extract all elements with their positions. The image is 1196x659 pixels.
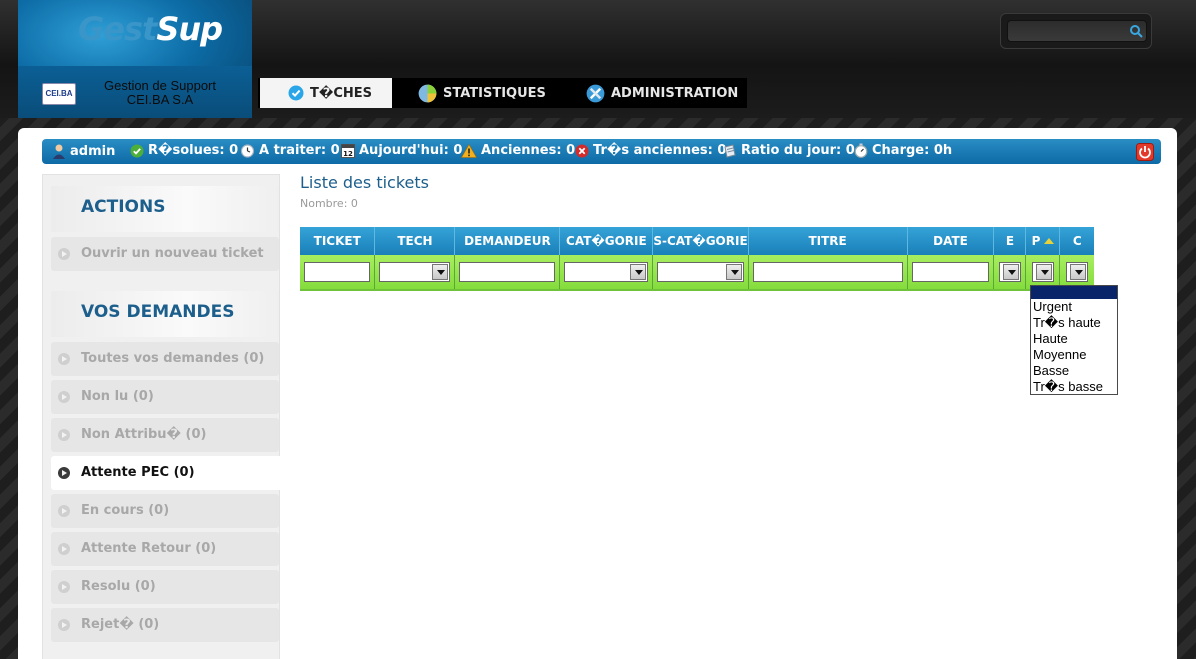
play-bullet-icon [58, 619, 70, 631]
status-load[interactable]: Charge: 0h [854, 143, 952, 158]
filter-demandeur-input[interactable] [459, 262, 556, 283]
tab-statistiques[interactable]: STATISTIQUES [418, 78, 588, 108]
search-icon[interactable] [1129, 24, 1143, 38]
check-icon [130, 144, 144, 157]
column-header-tech[interactable]: TECH [374, 227, 456, 256]
column-header-date[interactable]: DATE [907, 227, 995, 256]
sidebar-item-all-requests[interactable]: Toutes vos demandes (0) [51, 342, 279, 376]
sidebar-item-unread[interactable]: Non lu (0) [51, 380, 279, 414]
logout-icon[interactable] [1136, 143, 1154, 161]
status-bar: admin R�solues: 0 A traiter: 0 12 Aujour… [42, 139, 1161, 164]
search-input[interactable] [1007, 20, 1147, 42]
pie-chart-icon [418, 84, 437, 102]
play-bullet-icon [58, 581, 70, 593]
play-bullet-icon [58, 353, 70, 365]
status-very-old[interactable]: Tr�s anciennes: 0 [575, 143, 726, 158]
chevron-down-icon [630, 264, 647, 281]
sidebar-item-in-progress[interactable]: En cours (0) [51, 494, 279, 528]
user-status[interactable]: admin [52, 143, 115, 159]
status-daily-ratio[interactable]: Ratio du jour: 0 [723, 143, 855, 158]
sidebar-item-new-ticket[interactable]: Ouvrir un nouveau ticket [51, 237, 279, 271]
sidebar-item-waiting-pec[interactable]: Attente PEC (0) [51, 456, 287, 490]
notepad-icon [724, 143, 736, 158]
priority-option-urgent[interactable]: Urgent [1031, 299, 1117, 315]
error-icon [575, 144, 589, 157]
company-block: CEI.BA Gestion de Support CEI.BA S.A [18, 66, 252, 118]
sidebar: ACTIONS Ouvrir un nouveau ticket VOS DEM… [42, 174, 287, 659]
sidebar-item-resolved[interactable]: Resolu (0) [51, 570, 279, 604]
play-bullet-icon [58, 248, 70, 260]
filter-e-select[interactable] [998, 262, 1021, 283]
chevron-down-icon [1070, 264, 1087, 281]
search-box [1000, 13, 1152, 49]
ticket-table: TICKET TECH DEMANDEUR CAT�GORIE S-CAT�GO… [300, 227, 1094, 291]
column-header-c[interactable]: C [1059, 227, 1094, 256]
status-resolved[interactable]: R�solues: 0 [130, 143, 238, 158]
warning-icon [461, 143, 477, 158]
play-bullet-icon [58, 543, 70, 555]
company-name: Gestion de Support CEI.BA S.A [103, 78, 217, 107]
table-header-row: TICKET TECH DEMANDEUR CAT�GORIE S-CAT�GO… [300, 227, 1094, 256]
sidebar-item-waiting-return[interactable]: Attente Retour (0) [51, 532, 279, 566]
priority-option-basse[interactable]: Basse [1031, 363, 1117, 379]
filter-tech-select[interactable] [379, 262, 451, 283]
column-header-titre[interactable]: TITRE [748, 227, 908, 256]
column-header-ticket[interactable]: TICKET [300, 227, 376, 256]
alarm-clock-icon [240, 144, 255, 158]
brand-logo: GestSup [78, 10, 223, 48]
chevron-down-icon [1035, 264, 1052, 281]
play-bullet-icon [58, 467, 70, 479]
logo-panel: GestSup CEI.BA Gestion de Support CEI.BA… [18, 0, 252, 118]
tools-icon [586, 84, 605, 102]
filter-p-select[interactable] [1031, 262, 1054, 283]
chevron-down-icon [725, 264, 742, 281]
column-header-p[interactable]: P [1025, 227, 1061, 256]
column-header-categorie[interactable]: CAT�GORIE [559, 227, 654, 256]
check-circle-icon [288, 85, 304, 101]
play-bullet-icon [58, 391, 70, 403]
filter-date-input[interactable] [911, 262, 990, 283]
play-bullet-icon [58, 429, 70, 441]
user-icon [53, 144, 65, 159]
main-nav: T�CHES STATISTIQUES ADMINISTRATION [258, 78, 747, 108]
filter-categorie-select[interactable] [564, 262, 649, 283]
svg-text:12: 12 [343, 150, 353, 158]
column-header-s-categorie[interactable]: S-CAT�GORIE [652, 227, 749, 256]
priority-dropdown-list: Urgent Tr�s haute Haute Moyenne Basse Tr… [1030, 285, 1118, 395]
play-bullet-icon [58, 505, 70, 517]
priority-option-haute[interactable]: Haute [1031, 331, 1117, 347]
filter-titre-input[interactable] [752, 262, 903, 283]
filter-c-select[interactable] [1066, 262, 1089, 283]
chevron-down-icon [1002, 264, 1019, 281]
column-header-demandeur[interactable]: DEMANDEUR [454, 227, 561, 256]
requests-heading: VOS DEMANDES [51, 291, 279, 337]
actions-heading: ACTIONS [51, 186, 279, 232]
sidebar-item-rejected[interactable]: Rejet� (0) [51, 608, 279, 642]
priority-option-tres-basse[interactable]: Tr�s basse [1031, 379, 1117, 395]
sort-ascending-icon [1044, 238, 1055, 245]
tab-taches[interactable]: T�CHES [260, 78, 392, 108]
status-to-process[interactable]: A traiter: 0 [240, 143, 340, 158]
status-old[interactable]: Anciennes: 0 [461, 143, 575, 158]
filter-s-categorie-select[interactable] [657, 262, 744, 283]
filter-ticket-input[interactable] [304, 262, 371, 283]
ticket-count: Nombre: 0 [300, 197, 358, 210]
calendar-icon: 12 [341, 144, 355, 158]
filter-row [300, 255, 1094, 291]
tab-administration[interactable]: ADMINISTRATION [586, 78, 751, 108]
status-today[interactable]: 12 Aujourd'hui: 0 [341, 143, 462, 158]
priority-option-empty[interactable] [1031, 286, 1117, 299]
sidebar-item-unassigned[interactable]: Non Attribu� (0) [51, 418, 279, 452]
column-header-e[interactable]: E [993, 227, 1027, 256]
priority-option-tres-haute[interactable]: Tr�s haute [1031, 315, 1117, 331]
stopwatch-icon [854, 143, 868, 158]
page-title: Liste des tickets [300, 173, 429, 192]
company-logo: CEI.BA [42, 83, 76, 105]
chevron-down-icon [432, 264, 449, 281]
priority-option-moyenne[interactable]: Moyenne [1031, 347, 1117, 363]
